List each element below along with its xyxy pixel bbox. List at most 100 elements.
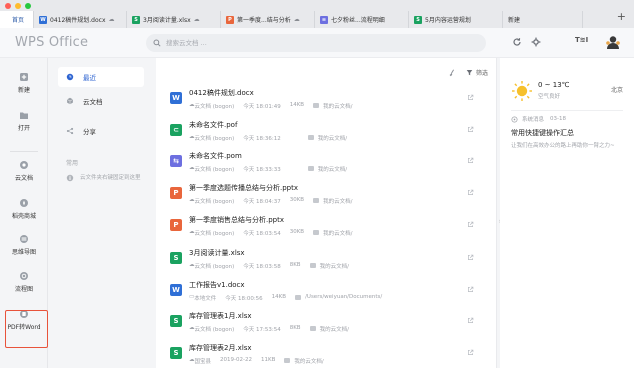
settings-gear-icon[interactable] xyxy=(531,37,541,47)
subnav-item-share[interactable]: 分享 xyxy=(58,121,144,141)
sidebar-item-folder[interactable]: 打开 xyxy=(0,110,48,140)
folder-icon xyxy=(284,358,291,363)
folder-icon xyxy=(307,166,314,171)
file-name[interactable]: 3月阅读计量.xlsx xyxy=(189,248,245,258)
section-heading-common: 常用 xyxy=(66,160,79,167)
file-path[interactable]: 我的云文档/ xyxy=(294,357,323,365)
file-size: 30KB xyxy=(289,229,305,235)
tab-label: 第一季度...结与分析 xyxy=(237,17,291,24)
doc-file-icon: W xyxy=(39,15,47,24)
file-path[interactable]: /Users/weiyuan/Documents/ xyxy=(305,294,382,302)
document-tab[interactable]: S 5月内容运营规划 xyxy=(409,11,503,28)
share-link-icon[interactable] xyxy=(467,221,474,228)
filter-button[interactable]: 筛选 xyxy=(476,68,488,77)
subnav-item-cube[interactable]: 云文档 xyxy=(58,91,144,111)
file-size: 30KB xyxy=(289,197,305,203)
search-box[interactable] xyxy=(146,34,486,52)
weather-temperature: 0 ~ 13℃ xyxy=(538,81,570,89)
share-link-icon[interactable] xyxy=(467,189,474,196)
file-row[interactable]: S 库存管理表2月.xlsx ☁ 国宝县 2019-02-22 11KB 我的云文档/ xyxy=(156,339,496,368)
clean-brush-icon[interactable] xyxy=(448,69,456,77)
folder-icon xyxy=(313,103,320,108)
file-row[interactable]: P 第一季度销售总结与分析.pptx ☁ 云文档 (bogon) 今天 18:03:5… xyxy=(156,211,496,242)
ppt-file-icon: P xyxy=(170,219,182,231)
file-row[interactable]: ⊂ 未命名文件.pof ☁ 云文档 (bogon) 今天 18:36:12 我的云文档/ xyxy=(156,116,496,147)
tab-bar: 首页 W 0412稿件规划.docx ☁ S 3月阅读计量.xlsx ☁ P 第一季度...结与… xyxy=(0,0,634,28)
search-input[interactable] xyxy=(166,39,466,47)
file-path[interactable]: 我的云文档/ xyxy=(323,229,352,237)
tab-label: 5月内容运营规划 xyxy=(425,17,471,24)
pinned-folder-hint: 云文件夹右键固定到这里 xyxy=(66,174,150,182)
sidebar-item-cloud-doc[interactable]: 云文档 xyxy=(0,160,48,190)
sheet-file-icon: S xyxy=(170,252,182,264)
sidebar-item-flowchart[interactable]: 流程图 xyxy=(0,271,48,301)
new-tab-plus-icon[interactable]: + xyxy=(617,10,626,23)
subnav-item-clock[interactable]: 最近 xyxy=(58,67,144,87)
file-path[interactable]: 我的云文档/ xyxy=(323,102,352,110)
file-name[interactable]: 第一季度销售总结与分析.pptx xyxy=(189,215,284,225)
file-row[interactable]: P 第一季度选题传播总结与分析.pptx ☁ 云文档 (bogon) 今天 18:04… xyxy=(156,179,496,210)
search-icon xyxy=(153,39,161,47)
file-path[interactable]: 我的云文档/ xyxy=(318,134,347,142)
file-name[interactable]: 0412稿件规划.docx xyxy=(189,88,254,98)
document-tab[interactable]: S 3月阅读计量.xlsx ☁ xyxy=(127,11,221,28)
avatar-icon[interactable] xyxy=(604,33,622,51)
sidebar-item-new[interactable]: 新建 xyxy=(0,72,48,102)
file-name[interactable]: 库存管理表1月.xlsx xyxy=(189,311,252,321)
file-row[interactable]: W 0412稿件规划.docx ☁ 云文档 (bogon) 今天 18:01:49 14… xyxy=(156,84,496,115)
document-tab[interactable]: ≡ 七夕粉丝...流程明细 xyxy=(315,11,409,28)
file-row[interactable]: ⇆ 未命名文件.pom ☁ 云文档 (bogon) 今天 18:33:33 我的云文档/ xyxy=(156,147,496,178)
file-path[interactable]: 我的云文档/ xyxy=(320,325,349,333)
filter-icon[interactable] xyxy=(466,69,473,76)
highlight-outline xyxy=(5,310,48,348)
share-link-icon[interactable] xyxy=(467,254,474,261)
file-path[interactable]: 我的云文档/ xyxy=(318,165,347,173)
sidebar-item-label: 流程图 xyxy=(14,286,33,293)
file-modified-time: 今天 18:03:58 xyxy=(243,264,281,270)
share-link-icon[interactable] xyxy=(467,94,474,101)
share-link-icon[interactable] xyxy=(467,126,474,133)
file-meta: ☁ 云文档 (bogon) 今天 18:33:33 我的云文档/ xyxy=(189,165,347,173)
folder-icon xyxy=(295,295,302,300)
document-tab[interactable]: W 0412稿件规划.docx ☁ xyxy=(34,11,127,28)
sidebar-item-docer[interactable]: 稻壳商城 xyxy=(0,198,48,228)
close-window-button[interactable] xyxy=(5,3,11,9)
weather-city[interactable]: 北京 xyxy=(611,85,623,94)
minimize-window-button[interactable] xyxy=(15,3,21,9)
tab-new[interactable]: 新建 xyxy=(503,11,583,28)
document-tab[interactable]: P 第一季度...结与分析 ☁ xyxy=(221,11,315,28)
system-message-label: 系统消息 xyxy=(522,117,545,123)
account-badge[interactable]: T≋I xyxy=(575,36,588,44)
file-name[interactable]: 未命名文件.pom xyxy=(189,151,242,161)
sidebar-divider xyxy=(10,151,38,152)
file-modified-time: 今天 18:01:49 xyxy=(243,104,281,110)
file-name[interactable]: 工作报告v1.docx xyxy=(189,280,245,290)
sidebar-item-mindmap[interactable]: 思维导图 xyxy=(0,234,48,264)
file-name[interactable]: 库存管理表2月.xlsx xyxy=(189,343,252,353)
sidebar-item-label: 打开 xyxy=(17,125,30,132)
recent-files-panel: 筛选 W 0412稿件规划.docx ☁ 云文档 (bogon) 今天 18:01:4… xyxy=(156,58,496,368)
file-modified-time: 今天 18:36:12 xyxy=(243,136,281,142)
file-row[interactable]: S 3月阅读计量.xlsx ☁ 云文档 (bogon) 今天 18:03:58 8KB 我… xyxy=(156,244,496,275)
system-message-header: 系统消息 03-18 xyxy=(511,115,566,123)
pdf-file-icon: ≡ xyxy=(320,15,328,24)
subnav-item-label: 云文档 xyxy=(83,98,103,106)
file-name[interactable]: 第一季度选题传播总结与分析.pptx xyxy=(189,183,298,193)
tab-home[interactable]: 首页 xyxy=(0,11,34,28)
share-link-icon[interactable] xyxy=(467,317,474,324)
sync-icon[interactable] xyxy=(512,37,522,47)
tab-label: 新建 xyxy=(508,17,521,24)
file-path[interactable]: 我的云文档/ xyxy=(320,262,349,270)
share-link-icon[interactable] xyxy=(467,157,474,164)
file-name[interactable]: 未命名文件.pof xyxy=(189,120,237,130)
folder-icon xyxy=(20,112,28,119)
file-row[interactable]: S 库存管理表1月.xlsx ☁ 云文档 (bogon) 今天 17:53:54 8KB… xyxy=(156,307,496,338)
file-path[interactable]: 我的云文档/ xyxy=(323,197,352,205)
share-link-icon[interactable] xyxy=(467,286,474,293)
share-link-icon[interactable] xyxy=(467,349,474,356)
zoom-window-button[interactable] xyxy=(25,3,31,9)
file-size: 8KB xyxy=(289,325,301,331)
file-row[interactable]: W 工作报告v1.docx ▭ 本地文件 今天 18:00:56 14KB/Users/… xyxy=(156,276,496,307)
message-title-link[interactable]: 常用快捷键操作汇总 xyxy=(511,128,574,138)
file-meta: ☁ 云文档 (bogon) 今天 18:01:49 14KB 我的云文档/ xyxy=(189,102,352,110)
